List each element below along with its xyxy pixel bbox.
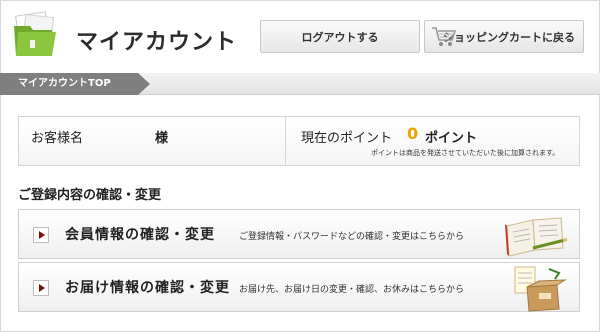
menu-title: お届け情報の確認・変更 <box>65 280 230 296</box>
points-value: 0 <box>407 124 419 143</box>
page-title: マイアカウント <box>76 30 238 55</box>
account-summary-box: お客様名 様 現在のポイント 0 ポイント ポイントは商品を発送させていただいた… <box>18 116 580 166</box>
delivery-box-icon <box>514 266 567 312</box>
points-note: ポイントは商品を発送させていただいた後に加算されます。 <box>371 149 560 157</box>
notebook-pen-icon <box>505 217 568 257</box>
back-to-cart-button[interactable]: ショッピングカートに戻る <box>424 20 584 53</box>
section-heading: ご登録内容の確認・変更 <box>18 188 162 203</box>
member-info-link[interactable]: 会員情報の確認・変更 ご登録情報・パスワードなどの確認・変更はこちらから <box>18 209 580 259</box>
breadcrumb[interactable]: マイアカウントTOP <box>0 73 150 95</box>
menu-description: お届け先、お届け日の変更・確認、お休みはこちらから <box>239 285 465 295</box>
breadcrumb-bar: マイアカウントTOP <box>0 73 600 95</box>
points-unit: ポイント <box>425 131 478 146</box>
customer-name-label: お客様名 <box>31 131 84 146</box>
divider <box>285 117 286 165</box>
menu-title: 会員情報の確認・変更 <box>65 227 215 243</box>
arrow-right-icon <box>33 280 49 296</box>
back-to-cart-label: ショッピングカートに戻る <box>443 30 575 44</box>
points-label: 現在のポイント <box>301 131 393 146</box>
header: マイアカウント ログアウトする ショッピングカートに戻る <box>0 0 600 70</box>
menu-description: ご登録情報・パスワードなどの確認・変更はこちらから <box>239 232 465 242</box>
logout-button[interactable]: ログアウトする <box>260 20 420 53</box>
customer-honorific: 様 <box>155 131 169 146</box>
folder-icon <box>14 11 56 56</box>
arrow-right-icon <box>33 227 49 243</box>
delivery-info-link[interactable]: お届け情報の確認・変更 お届け先、お届け日の変更・確認、お休みはこちらから <box>18 262 580 312</box>
shopping-cart-icon <box>432 27 457 46</box>
